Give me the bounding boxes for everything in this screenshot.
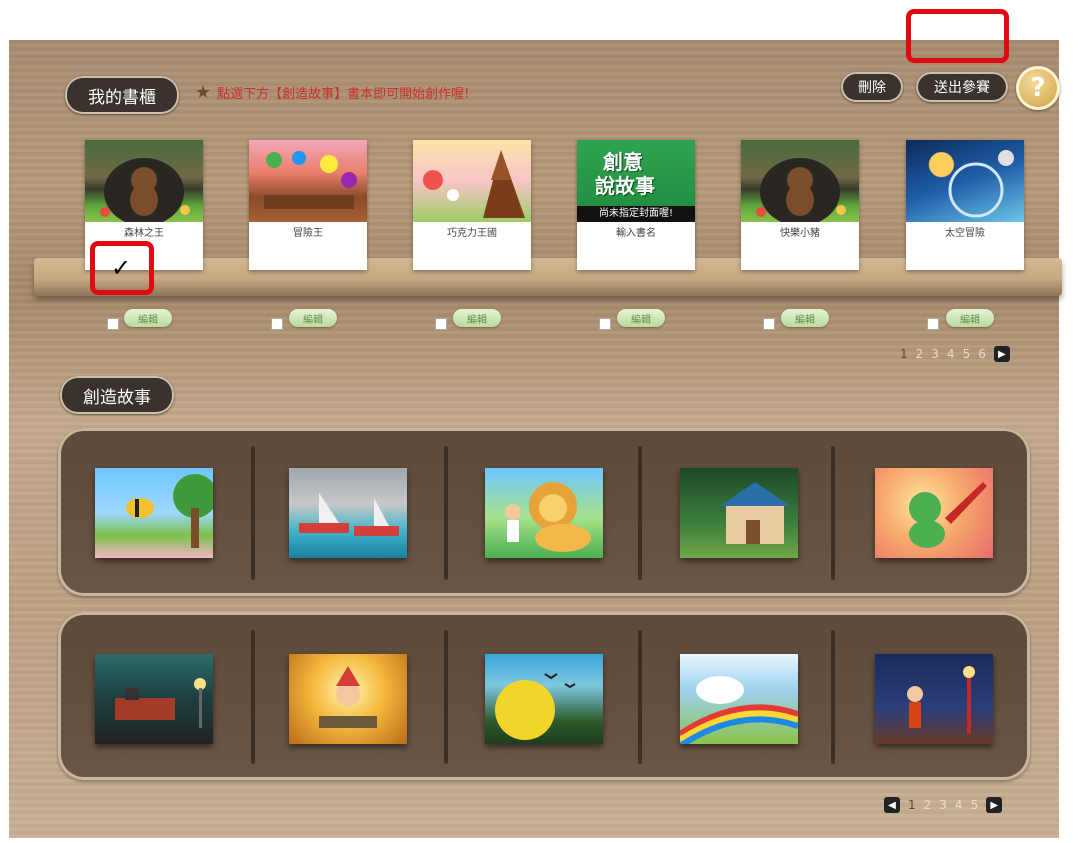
page-link[interactable]: 4 — [955, 798, 963, 812]
book-title: 森林之王 — [124, 228, 164, 239]
story-thumb-ships[interactable] — [289, 468, 407, 558]
create-story-title: 創造故事 — [60, 376, 174, 414]
edit-button[interactable]: 編輯 — [453, 309, 501, 327]
edit-button[interactable]: 編輯 — [124, 309, 172, 327]
book-cover-forest-king — [85, 140, 203, 226]
train-illustration — [115, 678, 206, 728]
page-link[interactable]: 4 — [947, 347, 955, 361]
tray-divider — [831, 446, 835, 580]
story-thumb-lamppost[interactable] — [875, 654, 993, 744]
story-thumb-wizard[interactable] — [289, 654, 407, 744]
bee-illustration — [126, 474, 217, 548]
hint-text: ★ 點選下方【創造故事】書本即可開始創作喔! — [195, 83, 469, 102]
book-title: 快樂小豬 — [780, 228, 820, 239]
page-link[interactable]: 5 — [963, 347, 971, 361]
unicorn-illustration — [678, 676, 799, 749]
book-cover-space-adventure — [906, 140, 1024, 222]
check-icon: ✓ — [111, 254, 132, 282]
book-checkbox[interactable] — [107, 318, 119, 330]
page-link[interactable]: 6 — [978, 347, 986, 361]
sunset-illustration — [495, 673, 576, 740]
story-pagination: ◀ 1 2 3 4 5 ▶ — [884, 797, 1003, 813]
tray-divider — [444, 446, 448, 580]
page-link[interactable]: 5 — [971, 798, 979, 812]
book-checkbox[interactable] — [763, 318, 775, 330]
story-thumb-house[interactable] — [680, 468, 798, 558]
page-link[interactable]: 3 — [939, 798, 947, 812]
book-card[interactable]: 太空冒險 — [906, 140, 1024, 270]
book-cover-adventure-king — [249, 140, 367, 222]
cover-text-unset: 尚未指定封面喔! — [577, 206, 695, 222]
ship-illustration — [299, 493, 399, 536]
book-title: 巧克力王國 — [447, 228, 497, 239]
star-icon: ★ — [195, 81, 212, 103]
tray-divider — [831, 630, 835, 764]
book-title: 冒險王 — [293, 228, 323, 239]
page-link[interactable]: 3 — [931, 347, 939, 361]
cover-text-story: 說故事 — [595, 174, 655, 198]
bear-cave-illustration — [756, 158, 846, 226]
book-card[interactable]: 巧克力王國 — [413, 140, 531, 270]
story-thumb-train[interactable] — [95, 654, 213, 744]
shelf-pagination: 1 2 3 4 5 6 ▶ — [900, 346, 1010, 362]
book-checkbox[interactable] — [435, 318, 447, 330]
book-checkbox[interactable] — [599, 318, 611, 330]
chocolate-tower-illustration — [423, 150, 525, 218]
page-link[interactable]: 2 — [924, 798, 932, 812]
page-link[interactable]: 2 — [916, 347, 924, 361]
book-card[interactable]: 創意 說故事 尚未指定封面喔! 輸入書名 — [577, 140, 695, 270]
edit-button[interactable]: 編輯 — [289, 309, 337, 327]
house-illustration — [720, 482, 790, 544]
submit-contest-button[interactable]: 送出參賽 — [916, 72, 1008, 102]
delete-button[interactable]: 刪除 — [841, 72, 903, 102]
story-thumb-frog-guitar[interactable] — [875, 468, 993, 558]
prev-page-icon[interactable]: ◀ — [884, 797, 900, 813]
wizard-illustration — [319, 666, 377, 728]
book-title: 輸入書名 — [616, 228, 656, 239]
planet-illustration — [948, 150, 1014, 218]
edit-button[interactable]: 編輯 — [617, 309, 665, 327]
help-icon[interactable]: ? — [1016, 66, 1060, 110]
edit-button[interactable]: 編輯 — [781, 309, 829, 327]
story-thumb-lion[interactable] — [485, 468, 603, 558]
book-title: 太空冒險 — [945, 228, 985, 239]
tray-divider — [251, 446, 255, 580]
edit-button[interactable]: 編輯 — [946, 309, 994, 327]
page-link[interactable]: 1 — [908, 798, 916, 812]
book-checkbox[interactable] — [271, 318, 283, 330]
book-card[interactable]: 冒險王 — [249, 140, 367, 270]
story-thumb-sunset[interactable] — [485, 654, 603, 744]
candy-land-illustration — [264, 151, 357, 209]
tray-divider — [638, 446, 642, 580]
tray-divider — [444, 630, 448, 764]
tray-divider — [638, 630, 642, 764]
tray-divider — [251, 630, 255, 764]
book-cover-default: 創意 說故事 尚未指定封面喔! — [577, 140, 695, 222]
lion-illustration — [505, 482, 591, 552]
book-cover-happy-pig — [741, 140, 859, 226]
lamppost-illustration — [907, 666, 975, 734]
book-card[interactable]: 快樂小豬 — [741, 140, 859, 270]
next-page-icon[interactable]: ▶ — [993, 346, 1010, 362]
submit-highlight — [906, 9, 1009, 63]
book-cover-chocolate-kingdom — [413, 140, 531, 222]
next-page-icon[interactable]: ▶ — [986, 797, 1003, 813]
bear-cave-illustration — [100, 158, 190, 226]
hint-label: 點選下方【創造故事】書本即可開始創作喔! — [217, 87, 470, 102]
book-checkbox[interactable] — [927, 318, 939, 330]
my-bookshelf-title: 我的書櫃 — [65, 76, 179, 114]
story-thumb-unicorn[interactable] — [678, 654, 799, 749]
frog-guitar-illustration — [909, 482, 987, 548]
page-link[interactable]: 1 — [900, 347, 908, 361]
story-thumb-bee[interactable] — [95, 468, 217, 558]
